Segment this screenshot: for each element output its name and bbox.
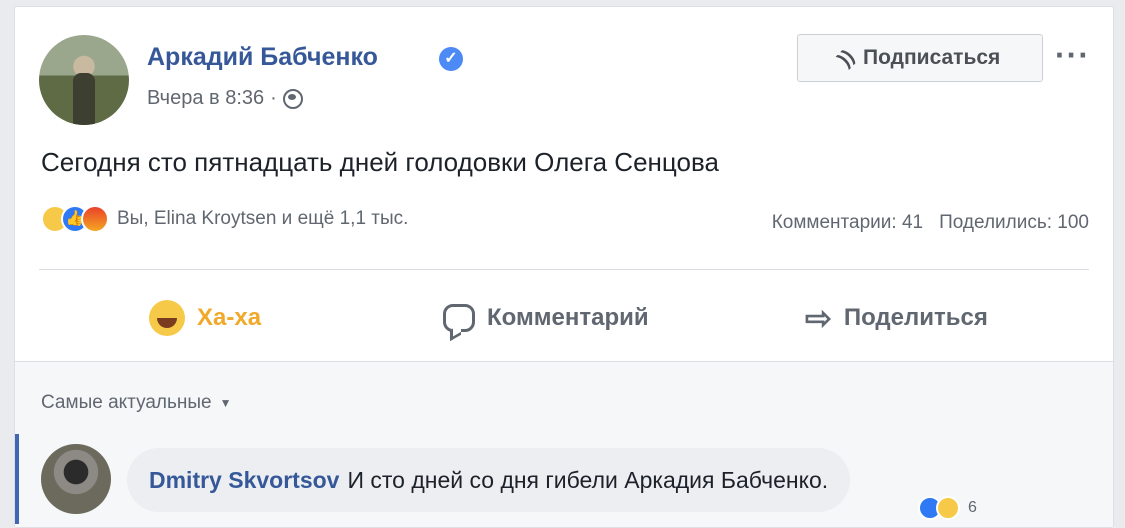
verified-check-icon: ✓: [439, 47, 463, 71]
post-time[interactable]: Вчера в 8:36: [147, 87, 264, 110]
reaction-names[interactable]: Вы, Elina Kroytsen и ещё 1,1 тыс.: [117, 208, 408, 230]
author-name[interactable]: Аркадий Бабченко: [147, 43, 378, 72]
highlight-indicator: [15, 434, 19, 524]
comment-sort-dropdown[interactable]: Самые актуальные ▼: [41, 392, 232, 414]
comment-reactions[interactable]: 6: [918, 496, 977, 520]
action-bar: Ха-ха Комментарий ⇨ Поделиться: [15, 275, 1113, 361]
comments-section: Самые актуальные ▼ Dmitry Skvortsov И ст…: [15, 361, 1113, 527]
post-text: Сегодня сто пятнадцать дней голодовки Ол…: [41, 147, 719, 177]
comment-icon: [443, 304, 475, 332]
haha-label: Ха-ха: [197, 304, 262, 331]
comment-reaction-count: 6: [968, 499, 977, 516]
shares-count[interactable]: Поделились: 100: [939, 212, 1089, 234]
share-icon: ⇨: [805, 300, 832, 336]
follow-button[interactable]: )) Подписаться: [797, 34, 1043, 82]
comments-count[interactable]: Комментарии: 41: [772, 212, 923, 234]
haha-reaction-button[interactable]: Ха-ха: [149, 275, 261, 361]
author-avatar[interactable]: [39, 35, 129, 125]
angry-reaction-icon: [81, 205, 109, 233]
comment-bubble: Dmitry Skvortsov И сто дней со дня гибел…: [127, 448, 851, 512]
commenter-avatar[interactable]: [41, 444, 111, 514]
commenter-name[interactable]: Dmitry Skvortsov: [149, 467, 339, 494]
follow-label: Подписаться: [863, 46, 1001, 69]
post-card: Аркадий Бабченко ✓ Вчера в 8:36 · )) Под…: [14, 6, 1114, 528]
reaction-summary[interactable]: 👍 Вы, Elina Kroytsen и ещё 1,1 тыс.: [41, 205, 408, 233]
post-meta: Вчера в 8:36 ·: [147, 87, 303, 110]
sad-reaction-icon: [936, 496, 960, 520]
haha-icon: [149, 300, 185, 336]
divider: [39, 269, 1089, 270]
caret-down-icon: ▼: [219, 396, 232, 410]
share-label: Поделиться: [843, 304, 988, 331]
more-options-button[interactable]: ···: [1055, 37, 1090, 74]
meta-separator: ·: [270, 87, 277, 109]
rss-icon: )): [833, 45, 859, 71]
avatar-figure: [73, 73, 95, 125]
engagement-counts: Комментарии: 41 Поделились: 100: [772, 212, 1089, 234]
comment-label: Комментарий: [487, 304, 649, 331]
comment-text: И сто дней со дня гибели Аркадия Бабченк…: [347, 466, 829, 493]
globe-icon[interactable]: [282, 88, 303, 109]
comment-button[interactable]: Комментарий: [443, 275, 649, 361]
share-button[interactable]: ⇨ Поделиться: [805, 275, 988, 361]
sort-label: Самые актуальные: [41, 392, 212, 413]
